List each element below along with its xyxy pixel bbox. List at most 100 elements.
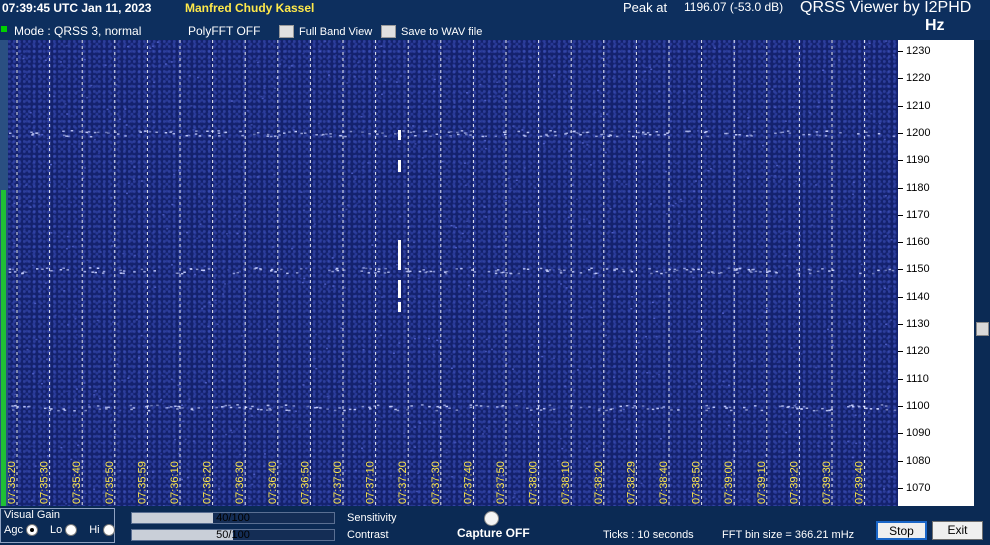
noise-speckle (796, 433, 799, 436)
carrier-band-dot (189, 268, 193, 270)
noise-speckle (611, 346, 614, 348)
noise-speckle (379, 292, 381, 294)
noise-speckle (8, 267, 11, 269)
noise-speckle (34, 302, 37, 305)
carrier-band-dot (663, 133, 667, 136)
noise-speckle (784, 120, 787, 122)
noise-speckle (174, 169, 177, 172)
carrier-band-dot (660, 407, 663, 409)
noise-speckle (831, 439, 834, 441)
carrier-band-dot (288, 131, 291, 133)
noise-speckle (569, 212, 572, 215)
noise-speckle (31, 264, 34, 267)
checkbox-icon[interactable] (279, 25, 294, 38)
sensitivity-slider[interactable]: 40/100 (131, 512, 335, 524)
noise-speckle (378, 190, 381, 192)
noise-speckle (727, 424, 730, 427)
noise-speckle (738, 344, 741, 346)
polyfft-toggle[interactable]: PolyFFT OFF (188, 24, 260, 38)
noise-speckle (551, 118, 554, 121)
carrier-band-dot (144, 130, 147, 132)
lo-radio[interactable] (65, 524, 78, 536)
noise-speckle (859, 72, 862, 75)
contrast-slider[interactable]: 50/100 (131, 529, 335, 541)
noise-speckle (344, 287, 346, 289)
utc-timestamp: 07:39:45 UTC Jan 11, 2023 (2, 1, 152, 15)
waterfall-canvas: 07:35:20 07:35:30 07:35:40 07:35:50 07:35:59… (8, 40, 898, 506)
time-marker-label: 07:36:30 (234, 461, 246, 504)
noise-speckle (444, 301, 447, 303)
noise-speckle (31, 445, 33, 447)
carrier-band-dot (800, 408, 803, 410)
mode-status[interactable]: Mode : QRSS 3, normal (14, 24, 141, 38)
noise-speckle (734, 450, 737, 453)
agc-radio[interactable] (25, 524, 38, 536)
carrier-band-dot (768, 270, 771, 272)
carrier-band-dot (14, 271, 17, 273)
hi-radio[interactable] (102, 524, 115, 536)
full-band-view-checkbox[interactable]: Full Band View (279, 25, 372, 38)
capture-indicator-icon[interactable] (484, 511, 499, 526)
noise-speckle (26, 349, 29, 351)
waterfall-display[interactable]: 07:35:20 07:35:30 07:35:40 07:35:50 07:35:59… (8, 40, 898, 506)
capture-status[interactable]: Capture OFF (457, 526, 530, 540)
checkbox-icon[interactable] (381, 25, 396, 38)
noise-speckle (667, 134, 670, 137)
noise-speckle (118, 124, 121, 126)
frequency-scrollbar[interactable] (974, 40, 990, 506)
noise-speckle (490, 51, 493, 53)
noise-speckle (194, 273, 196, 276)
noise-speckle (535, 432, 538, 434)
noise-speckle (841, 207, 844, 210)
noise-speckle (803, 216, 806, 218)
noise-speckle (674, 162, 677, 165)
noise-speckle (816, 314, 819, 317)
carrier-band-dot (642, 131, 645, 133)
header-bar: 07:39:45 UTC Jan 11, 2023 Manfred Chudy … (0, 0, 990, 40)
carrier-band-dot (94, 271, 97, 274)
scrollbar-thumb[interactable] (976, 322, 989, 336)
noise-speckle (86, 96, 89, 99)
time-marker-label: 07:35:50 (104, 461, 116, 504)
noise-speckle (188, 255, 190, 258)
noise-speckle (691, 349, 694, 351)
carrier-band-dot (877, 269, 880, 272)
carrier-band-dot (132, 407, 136, 409)
carrier-band-dot (605, 268, 609, 270)
noise-speckle (862, 279, 864, 282)
noise-speckle (503, 129, 506, 131)
noise-speckle (639, 157, 642, 159)
stop-button[interactable]: Stop (876, 521, 927, 540)
noise-speckle (887, 44, 890, 46)
time-marker-label: 07:39:10 (756, 461, 768, 504)
noise-speckle (66, 330, 69, 332)
carrier-band-dot (259, 268, 263, 271)
carrier-band-dot (615, 135, 619, 138)
noise-speckle (319, 450, 322, 452)
carrier-band-dot (523, 268, 526, 270)
noise-speckle (66, 113, 69, 115)
visual-gain-title: Visual Gain (4, 509, 61, 521)
exit-button[interactable]: Exit (932, 521, 983, 540)
agc-label: Agc (4, 524, 23, 536)
noise-speckle (216, 409, 218, 412)
carrier-band-dot (218, 135, 221, 137)
freq-tick-label: 1230 (906, 45, 931, 57)
save-to-wav-checkbox[interactable]: Save to WAV file (381, 25, 482, 38)
carrier-band-dot (299, 268, 303, 270)
noise-speckle (398, 430, 401, 433)
noise-speckle (486, 83, 489, 86)
freq-tick (898, 132, 903, 134)
noise-speckle (853, 40, 856, 43)
noise-speckle (267, 204, 270, 206)
carrier-band-dot (14, 405, 17, 407)
carrier-band-dot (83, 270, 87, 273)
noise-speckle (471, 373, 474, 375)
noise-speckle (536, 400, 539, 402)
noise-speckle (380, 417, 383, 419)
noise-speckle (65, 45, 68, 47)
noise-speckle (759, 430, 762, 432)
noise-speckle (90, 84, 93, 87)
carrier-band-dot (148, 131, 152, 133)
noise-speckle (496, 81, 499, 83)
